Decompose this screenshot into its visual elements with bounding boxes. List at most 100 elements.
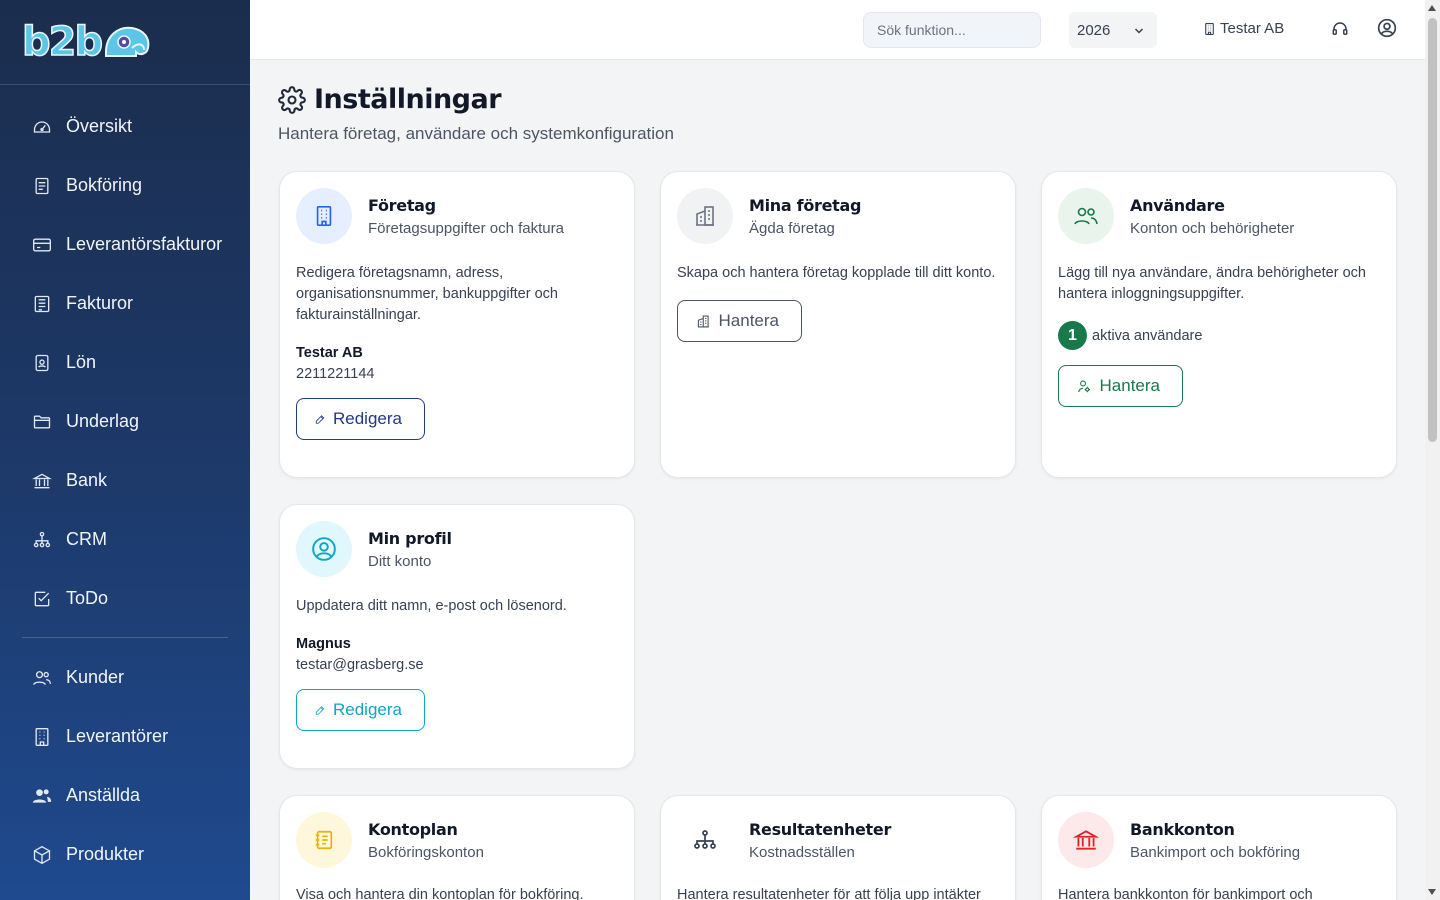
scroll-up-arrow[interactable] — [1428, 5, 1436, 11]
sidebar: b2b Översikt Bokföring Leverantörsfaktur… — [0, 0, 250, 900]
card-foretag: Företag Företagsuppgifter och faktura Re… — [279, 171, 635, 478]
card-title: Resultatenheter — [749, 819, 892, 839]
sidebar-item-crm[interactable]: CRM — [0, 510, 250, 569]
page-subtitle: Hantera företag, användare och systemkon… — [278, 124, 674, 143]
sidebar-item-label: Bokföring — [66, 175, 143, 195]
card-subtitle: Bokföringskonton — [368, 843, 484, 861]
box-icon — [32, 845, 52, 865]
users-icon — [1058, 188, 1114, 244]
invoice-icon — [32, 294, 52, 314]
sidebar-item-bokforing[interactable]: Bokföring — [0, 156, 250, 215]
edit-company-button[interactable]: Redigera — [296, 398, 425, 440]
card-description: Hantera bankkonton för bankimport och — [1058, 887, 1313, 900]
users-icon — [32, 668, 52, 688]
card-description: Hantera resultatenheter för att följa up… — [677, 887, 981, 900]
edit-profile-button[interactable]: Redigera — [296, 689, 425, 731]
sidebar-item-oversikt[interactable]: Översikt — [0, 97, 250, 156]
credit-card-icon — [32, 235, 52, 255]
card-subtitle: Bankimport och bokföring — [1130, 843, 1301, 861]
card-description: Lägg till nya användare, ändra behörighe… — [1058, 265, 1366, 302]
sidebar-item-label: Leverantörsfakturor — [66, 234, 223, 254]
logo[interactable]: b2b — [0, 0, 250, 85]
pencil-icon — [315, 414, 325, 424]
scrollbar[interactable] — [1425, 0, 1440, 900]
building-icon — [32, 727, 52, 747]
headset-icon[interactable] — [1331, 19, 1349, 39]
building-icon — [296, 188, 352, 244]
sidebar-item-label: Bank — [66, 470, 108, 490]
sidebar-item-anstallda[interactable]: Anställda — [0, 766, 250, 825]
search-input[interactable] — [863, 12, 1041, 48]
card-title: Bankkonton — [1130, 819, 1235, 839]
sidebar-item-fakturor[interactable]: Fakturor — [0, 274, 250, 333]
sidebar-item-label: Leverantörer — [66, 726, 169, 746]
gauge-icon — [32, 117, 52, 137]
sidebar-item-bank[interactable]: Bank — [0, 451, 250, 510]
org-chart-icon — [32, 530, 52, 550]
office-buildings-icon — [677, 188, 733, 244]
manage-companies-button[interactable]: Hantera — [677, 300, 802, 342]
manage-users-button[interactable]: Hantera — [1058, 365, 1183, 407]
sidebar-item-label: Översikt — [66, 116, 133, 136]
sidebar-item-label: Fakturor — [66, 293, 134, 313]
card-subtitle: Ditt konto — [368, 552, 432, 570]
building-icon — [1205, 22, 1214, 35]
card-subtitle: Företagsuppgifter och faktura — [368, 219, 564, 237]
nav-secondary: Kunder Leverantörer Anställda Produkter — [0, 648, 250, 884]
badge-icon — [32, 353, 52, 373]
office-buildings-icon — [697, 315, 709, 327]
card-title: Mina företag — [749, 195, 862, 215]
chevron-down-icon — [1134, 28, 1144, 34]
sidebar-item-underlag[interactable]: Underlag — [0, 392, 250, 451]
button-label: Redigera — [333, 409, 402, 428]
sidebar-item-lon[interactable]: Lön — [0, 333, 250, 392]
card-description: Uppdatera ditt namn, e-post och lösenord… — [296, 598, 567, 614]
active-users-count: 1 — [1058, 321, 1087, 350]
active-users-row: 1 aktiva användare — [1058, 321, 1380, 350]
sidebar-item-todo[interactable]: ToDo — [0, 569, 250, 628]
user-settings-icon — [1078, 380, 1091, 392]
card-anvandare: Användare Konton och behörigheter Lägg t… — [1041, 171, 1397, 478]
user-account-icon[interactable] — [1377, 18, 1397, 38]
profile-name: Magnus — [296, 636, 351, 652]
card-title: Företag — [368, 195, 436, 215]
sidebar-item-produkter[interactable]: Produkter — [0, 825, 250, 884]
card-resultatenheter: Resultatenheter Kostnadsställen Hantera … — [660, 795, 1016, 900]
year-select[interactable]: 2026 — [1069, 12, 1157, 48]
gear-icon — [278, 85, 306, 114]
card-kontoplan: Kontoplan Bokföringskonton Visa och hant… — [279, 795, 635, 900]
notebook-icon — [296, 812, 352, 868]
scroll-down-arrow[interactable] — [1428, 889, 1436, 895]
people-icon — [32, 786, 52, 806]
card-subtitle: Ägda företag — [749, 219, 835, 237]
card-title: Användare — [1130, 195, 1225, 215]
card-description: Visa och hantera din kontoplan för bokfö… — [296, 887, 584, 900]
chameleon-logo-icon — [104, 26, 149, 57]
card-description: Redigera företagsnamn, adress, organisat… — [296, 265, 558, 323]
card-subtitle: Konton och behörigheter — [1130, 219, 1295, 237]
topbar: 2026 Testar AB — [250, 0, 1425, 60]
active-users-label: aktiva användare — [1092, 327, 1203, 344]
card-title: Kontoplan — [368, 819, 458, 839]
main-content: Inställningar Hantera företag, användare… — [278, 60, 1408, 144]
sidebar-item-kunder[interactable]: Kunder — [0, 648, 250, 707]
sidebar-item-label: Anställda — [66, 785, 141, 805]
ledger-icon — [32, 176, 52, 196]
card-mina-foretag: Mina företag Ägda företag Skapa och hant… — [660, 171, 1016, 478]
user-circle-icon — [296, 521, 352, 577]
button-label: Redigera — [333, 700, 402, 719]
button-label: Hantera — [1099, 376, 1160, 395]
page-header: Inställningar — [278, 84, 1408, 115]
bank-icon — [32, 471, 52, 491]
sidebar-item-leverantorsfakturor[interactable]: Leverantörsfakturor — [0, 215, 250, 274]
profile-email: testar@grasberg.se — [296, 657, 424, 673]
company-switcher[interactable]: Testar AB — [1203, 20, 1284, 37]
nav-primary: Översikt Bokföring Leverantörsfakturor F… — [0, 85, 250, 628]
company-name: Testar AB — [296, 345, 363, 361]
pencil-icon — [315, 705, 325, 715]
sidebar-item-leverantorer[interactable]: Leverantörer — [0, 707, 250, 766]
sidebar-item-label: ToDo — [66, 588, 109, 608]
card-subtitle: Kostnadsställen — [749, 843, 855, 861]
scroll-thumb[interactable] — [1428, 18, 1437, 442]
checkbox-icon — [32, 589, 52, 609]
